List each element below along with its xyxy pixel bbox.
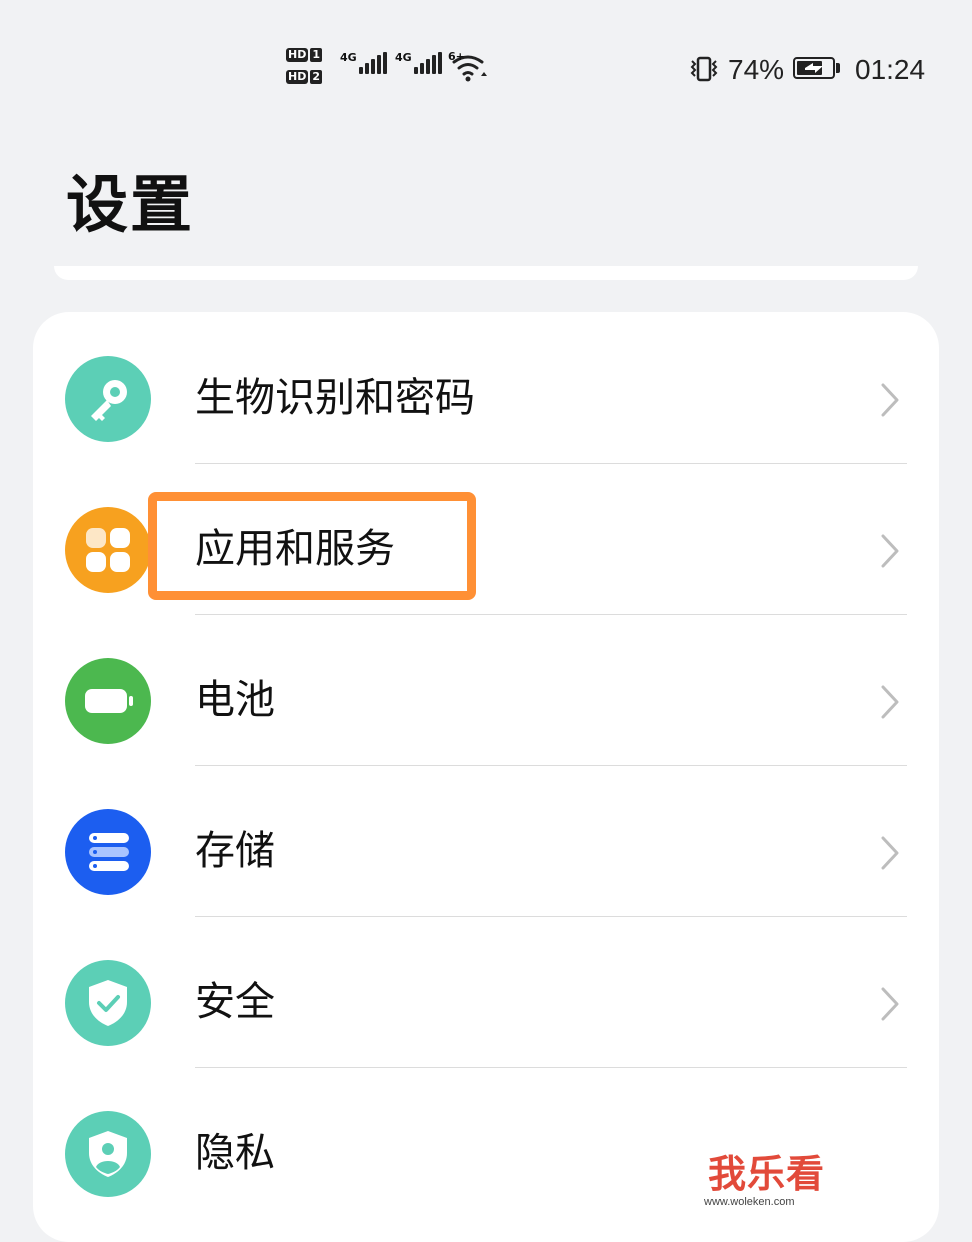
apps-icon — [65, 507, 151, 593]
storage-icon — [65, 809, 151, 895]
network1-label: 4G — [340, 51, 357, 64]
search-bar[interactable] — [54, 266, 918, 280]
chevron-right-icon — [881, 836, 899, 870]
sim2-hd-badge: HD — [286, 70, 309, 84]
settings-item-label: 安全 — [195, 979, 275, 1025]
settings-item-storage[interactable]: 存储 — [33, 765, 939, 917]
battery-percent: 74% — [728, 54, 785, 85]
clock: 01:24 — [855, 54, 926, 85]
watermark-url: www.woleken.com — [704, 1196, 795, 1208]
vibrate-icon — [686, 56, 722, 82]
battery-icon — [65, 658, 151, 744]
signal-icon: 4G — [340, 52, 387, 74]
highlight-box — [148, 492, 476, 600]
settings-item-biometrics-passwords[interactable]: 生物识别和密码 — [33, 312, 939, 464]
status-bar: HD 1 HD 2 4G 4G 6+ 74% 01:24 — [0, 44, 972, 100]
chevron-right-icon — [881, 383, 899, 417]
watermark: 我乐看 www.woleken.com — [700, 1152, 840, 1212]
chevron-right-icon — [881, 987, 899, 1021]
battery-tip — [836, 63, 840, 73]
key-icon — [65, 356, 151, 442]
chevron-right-icon — [881, 685, 899, 719]
settings-item-battery[interactable]: 电池 — [33, 614, 939, 766]
hd-icon: HD 1 HD 2 — [286, 46, 330, 90]
watermark-logo: 我乐看 — [708, 1152, 826, 1196]
settings-item-label: 电池 — [195, 677, 275, 723]
network2-label: 4G — [395, 51, 412, 64]
sim1-hd-badge: HD — [286, 48, 309, 62]
wifi-label: 6+ — [448, 50, 465, 63]
settings-item-label: 隐私 — [195, 1130, 275, 1176]
shield-check-icon — [65, 960, 151, 1046]
settings-item-security[interactable]: 安全 — [33, 916, 939, 1068]
battery-charging-icon — [793, 57, 835, 79]
signal-icon: 4G — [395, 52, 442, 74]
wifi-icon: 6+ — [448, 50, 488, 82]
settings-item-label: 存储 — [195, 828, 275, 874]
page-title: 设置 — [66, 168, 195, 241]
settings-item-label: 生物识别和密码 — [195, 375, 475, 421]
sim1-number: 1 — [310, 48, 322, 62]
settings-list: 生物识别和密码 应用和服务 电池 存储 安全 隐私 — [33, 312, 939, 1242]
privacy-icon — [65, 1111, 151, 1197]
sim2-number: 2 — [310, 70, 322, 84]
chevron-right-icon — [881, 534, 899, 568]
